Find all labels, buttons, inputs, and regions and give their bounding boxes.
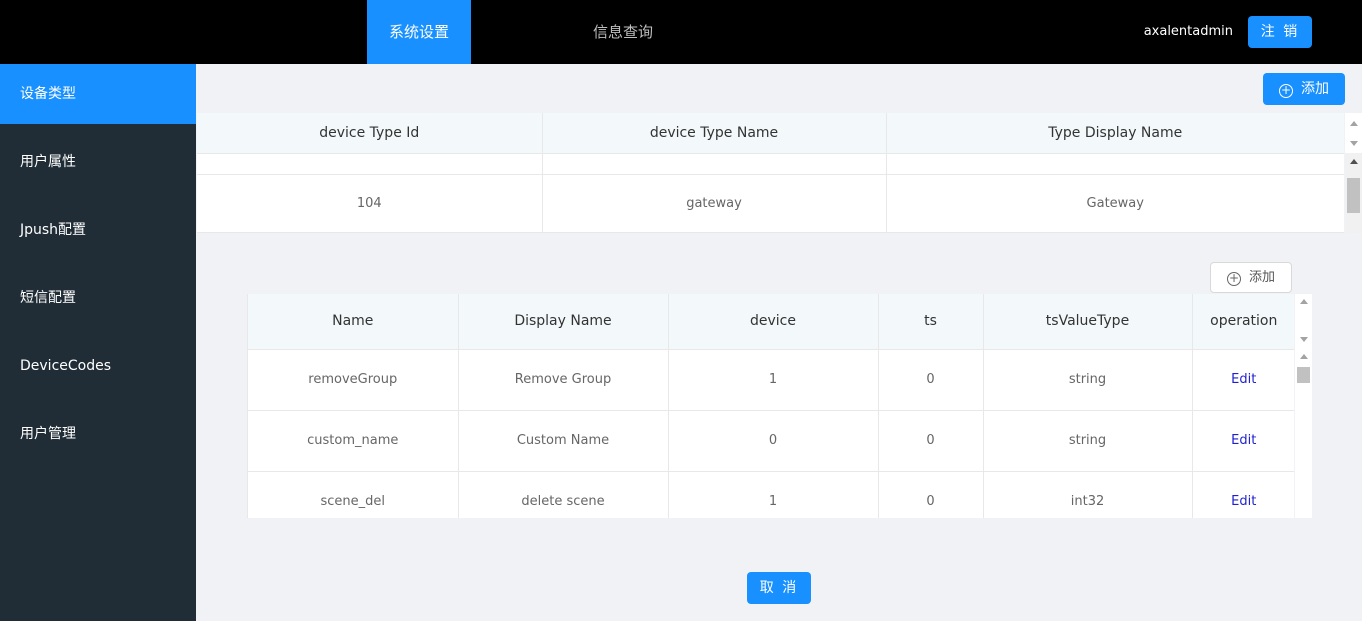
edit-link[interactable]: Edit <box>1231 372 1256 387</box>
add-attribute-button[interactable]: + 添加 <box>1210 262 1292 293</box>
column-header: device Type Id <box>197 113 543 154</box>
cell-ts: 0 <box>878 410 984 472</box>
cell-device: 1 <box>668 349 879 411</box>
table-row[interactable]: custom_name Custom Name 0 0 string Edit <box>248 410 1294 472</box>
sidebar-item-jpush-config[interactable]: Jpush配置 <box>0 200 196 268</box>
cell-device: 0 <box>668 410 879 472</box>
scroll-down-icon[interactable] <box>1350 141 1358 146</box>
body-scrollbar[interactable] <box>1345 153 1362 233</box>
sidebar-item-device-codes[interactable]: DeviceCodes <box>0 336 196 404</box>
cancel-button[interactable]: 取 消 <box>747 572 811 604</box>
column-header: Display Name <box>458 294 669 350</box>
scroll-up-icon[interactable] <box>1350 121 1358 126</box>
cell-display-name: Custom Name <box>458 410 669 472</box>
top-bar: 系统设置 信息查询 axalentadmin 注 销 <box>0 0 1362 64</box>
spacer-row <box>197 153 1344 175</box>
column-header: Type Display Name <box>886 113 1344 154</box>
username: axalentadmin <box>1143 24 1233 39</box>
cell-display-name: delete scene <box>458 471 669 518</box>
cell-type-name: gateway <box>542 174 887 233</box>
add-button-label: 添加 <box>1248 270 1275 285</box>
cell-type-id: 104 <box>197 174 543 233</box>
cell-display-name: Gateway <box>886 174 1344 233</box>
scroll-thumb[interactable] <box>1297 367 1310 383</box>
column-header: operation <box>1192 294 1294 350</box>
table-row[interactable]: 104 gateway Gateway <box>197 174 1344 233</box>
table-row[interactable]: removeGroup Remove Group 1 0 string Edit <box>248 349 1294 411</box>
column-header: ts <box>878 294 984 350</box>
tab-system-settings[interactable]: 系统设置 <box>367 0 471 64</box>
device-type-table: device Type Id device Type Name Type Dis… <box>197 113 1344 233</box>
edit-link[interactable]: Edit <box>1231 494 1256 509</box>
cell-display-name: Remove Group <box>458 349 669 411</box>
sidebar-item-user-attributes[interactable]: 用户属性 <box>0 132 196 200</box>
sidebar-item-sms-config[interactable]: 短信配置 <box>0 268 196 336</box>
sidebar-item-device-types[interactable]: 设备类型 <box>0 64 196 124</box>
cell-ts-value-type: string <box>983 349 1193 411</box>
sidebar: 设备类型 用户属性 Jpush配置 短信配置 DeviceCodes 用户管理 <box>0 64 196 621</box>
plus-circle-icon: + <box>1279 83 1293 98</box>
column-header: Name <box>248 294 459 350</box>
scroll-thumb[interactable] <box>1347 178 1360 213</box>
cell-name: removeGroup <box>248 349 459 411</box>
cell-device: 1 <box>668 471 879 518</box>
sidebar-item-user-management[interactable]: 用户管理 <box>0 404 196 472</box>
scroll-up-icon[interactable] <box>1350 159 1358 164</box>
column-header: tsValueType <box>983 294 1193 350</box>
attribute-table: Name Display Name device ts tsValueType … <box>247 294 1294 518</box>
column-header: device <box>668 294 879 350</box>
table-row[interactable]: scene_del delete scene 1 0 int32 Edit <box>248 471 1294 518</box>
add-button-label: 添加 <box>1301 81 1329 97</box>
cell-ts: 0 <box>878 471 984 518</box>
column-header: device Type Name <box>542 113 887 154</box>
header-scrollbar[interactable] <box>1345 113 1362 153</box>
cell-name: custom_name <box>248 410 459 472</box>
body-scrollbar[interactable] <box>1295 349 1312 518</box>
cell-ts-value-type: int32 <box>983 471 1193 518</box>
add-device-type-button[interactable]: + 添加 <box>1263 73 1345 105</box>
logout-button[interactable]: 注 销 <box>1248 16 1312 48</box>
cell-ts-value-type: string <box>983 410 1193 472</box>
header-scrollbar[interactable] <box>1295 294 1312 349</box>
plus-circle-icon: + <box>1226 271 1241 286</box>
edit-link[interactable]: Edit <box>1231 433 1256 448</box>
scroll-down-icon[interactable] <box>1300 337 1308 342</box>
scroll-up-icon[interactable] <box>1300 354 1308 359</box>
cell-ts: 0 <box>878 349 984 411</box>
cell-name: scene_del <box>248 471 459 518</box>
scroll-up-icon[interactable] <box>1300 299 1308 304</box>
tab-info-query[interactable]: 信息查询 <box>571 0 675 64</box>
